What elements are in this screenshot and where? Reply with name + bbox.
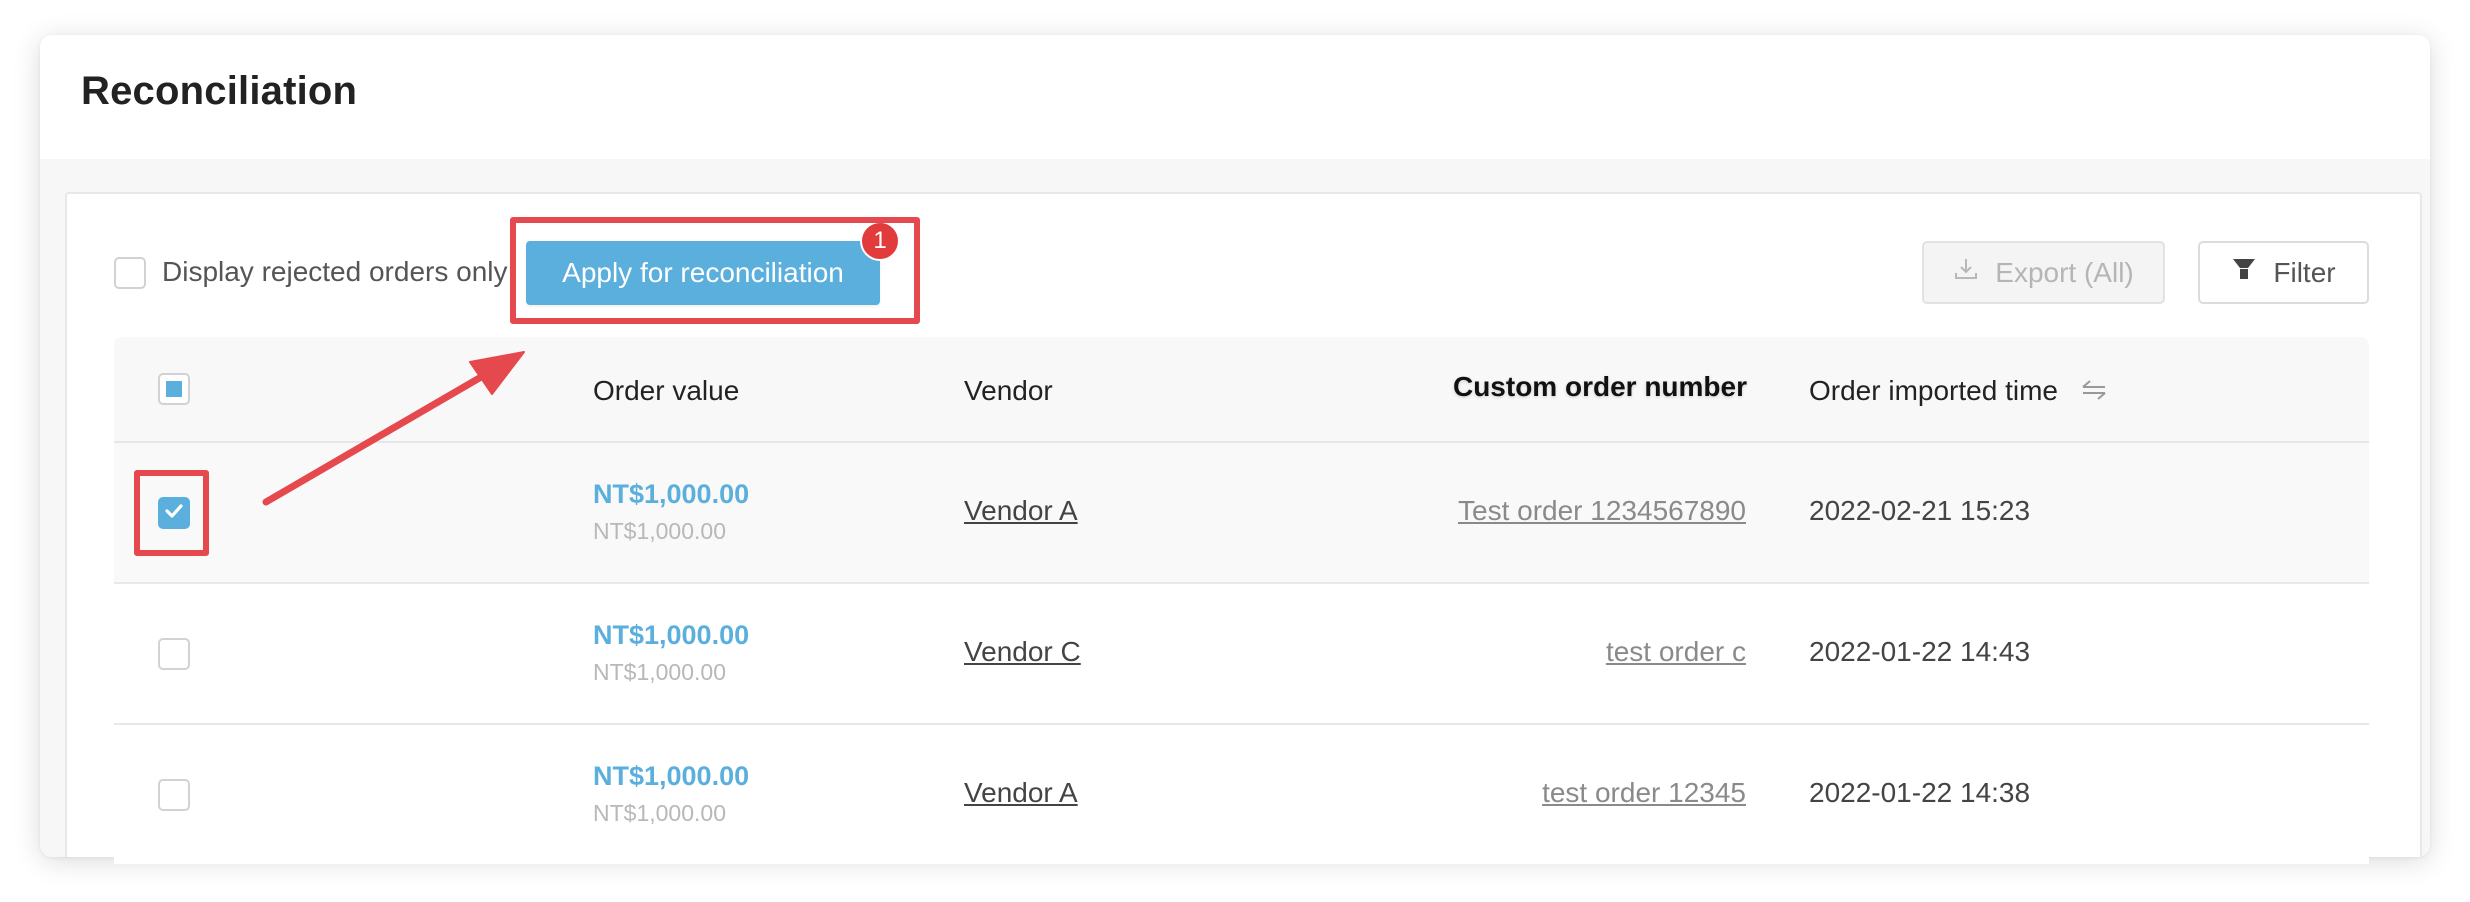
order-value: NT$1,000.00 — [593, 761, 750, 791]
table-row[interactable]: NT$1,000.00 NT$1,000.00 Vendor A test or… — [114, 725, 2369, 864]
filter-button-label: Filter — [2273, 256, 2336, 288]
vendor-link[interactable]: Vendor C — [964, 636, 1081, 668]
column-header-order-imported-time[interactable]: Order imported time — [1809, 375, 2108, 409]
order-value: NT$1,000.00 — [593, 479, 750, 509]
custom-order-number-link[interactable]: test order 12345 — [1542, 777, 1746, 809]
table-row[interactable]: NT$1,000.00 NT$1,000.00 Vendor A Test or… — [114, 443, 2369, 584]
order-imported-time: 2022-01-22 14:43 — [1809, 636, 2031, 667]
row-checkbox[interactable] — [158, 638, 190, 670]
rejected-only-label: Display rejected orders only — [162, 256, 508, 287]
annotation-highlight-apply-button — [510, 217, 920, 324]
custom-order-number-link[interactable]: test order c — [1606, 636, 1746, 668]
table-header: Order value Vendor Custom order number O… — [114, 337, 2369, 443]
sort-icon[interactable] — [2080, 377, 2108, 409]
order-value: NT$1,000.00 — [593, 620, 750, 650]
vendor-link[interactable]: Vendor A — [964, 777, 1078, 809]
annotation-highlight-row-checkbox — [134, 470, 209, 556]
column-header-vendor: Vendor — [964, 375, 1053, 406]
card-header: Reconciliation — [40, 35, 2430, 159]
vendor-link[interactable]: Vendor A — [964, 495, 1078, 527]
page-title: Reconciliation — [81, 69, 358, 113]
custom-order-number-link[interactable]: Test order 1234567890 — [1458, 495, 1746, 527]
order-value-secondary: NT$1,000.00 — [593, 659, 726, 685]
export-all-button[interactable]: Export (All) — [1922, 241, 2165, 304]
order-imported-time: 2022-01-22 14:38 — [1809, 777, 2031, 808]
download-icon — [1953, 256, 1979, 289]
column-header-custom-order-number: Custom order number — [1452, 371, 1747, 402]
order-imported-time: 2022-02-21 15:23 — [1809, 495, 2031, 526]
filter-button[interactable]: Filter — [2198, 241, 2369, 304]
below-card-area — [40, 857, 2430, 902]
select-all-checkbox[interactable] — [158, 373, 190, 405]
indeterminate-mark — [166, 381, 182, 397]
order-imported-time-label: Order imported time — [1809, 375, 2058, 406]
table-row[interactable]: NT$1,000.00 NT$1,000.00 Vendor C test or… — [114, 584, 2369, 725]
column-header-order-value: Order value — [593, 375, 740, 406]
order-value-secondary: NT$1,000.00 — [593, 800, 726, 826]
export-button-label: Export (All) — [1995, 256, 2134, 288]
funnel-icon — [2231, 256, 2257, 289]
rejected-only-checkbox[interactable] — [114, 257, 146, 289]
order-value-secondary: NT$1,000.00 — [593, 518, 726, 544]
row-checkbox[interactable] — [158, 779, 190, 811]
